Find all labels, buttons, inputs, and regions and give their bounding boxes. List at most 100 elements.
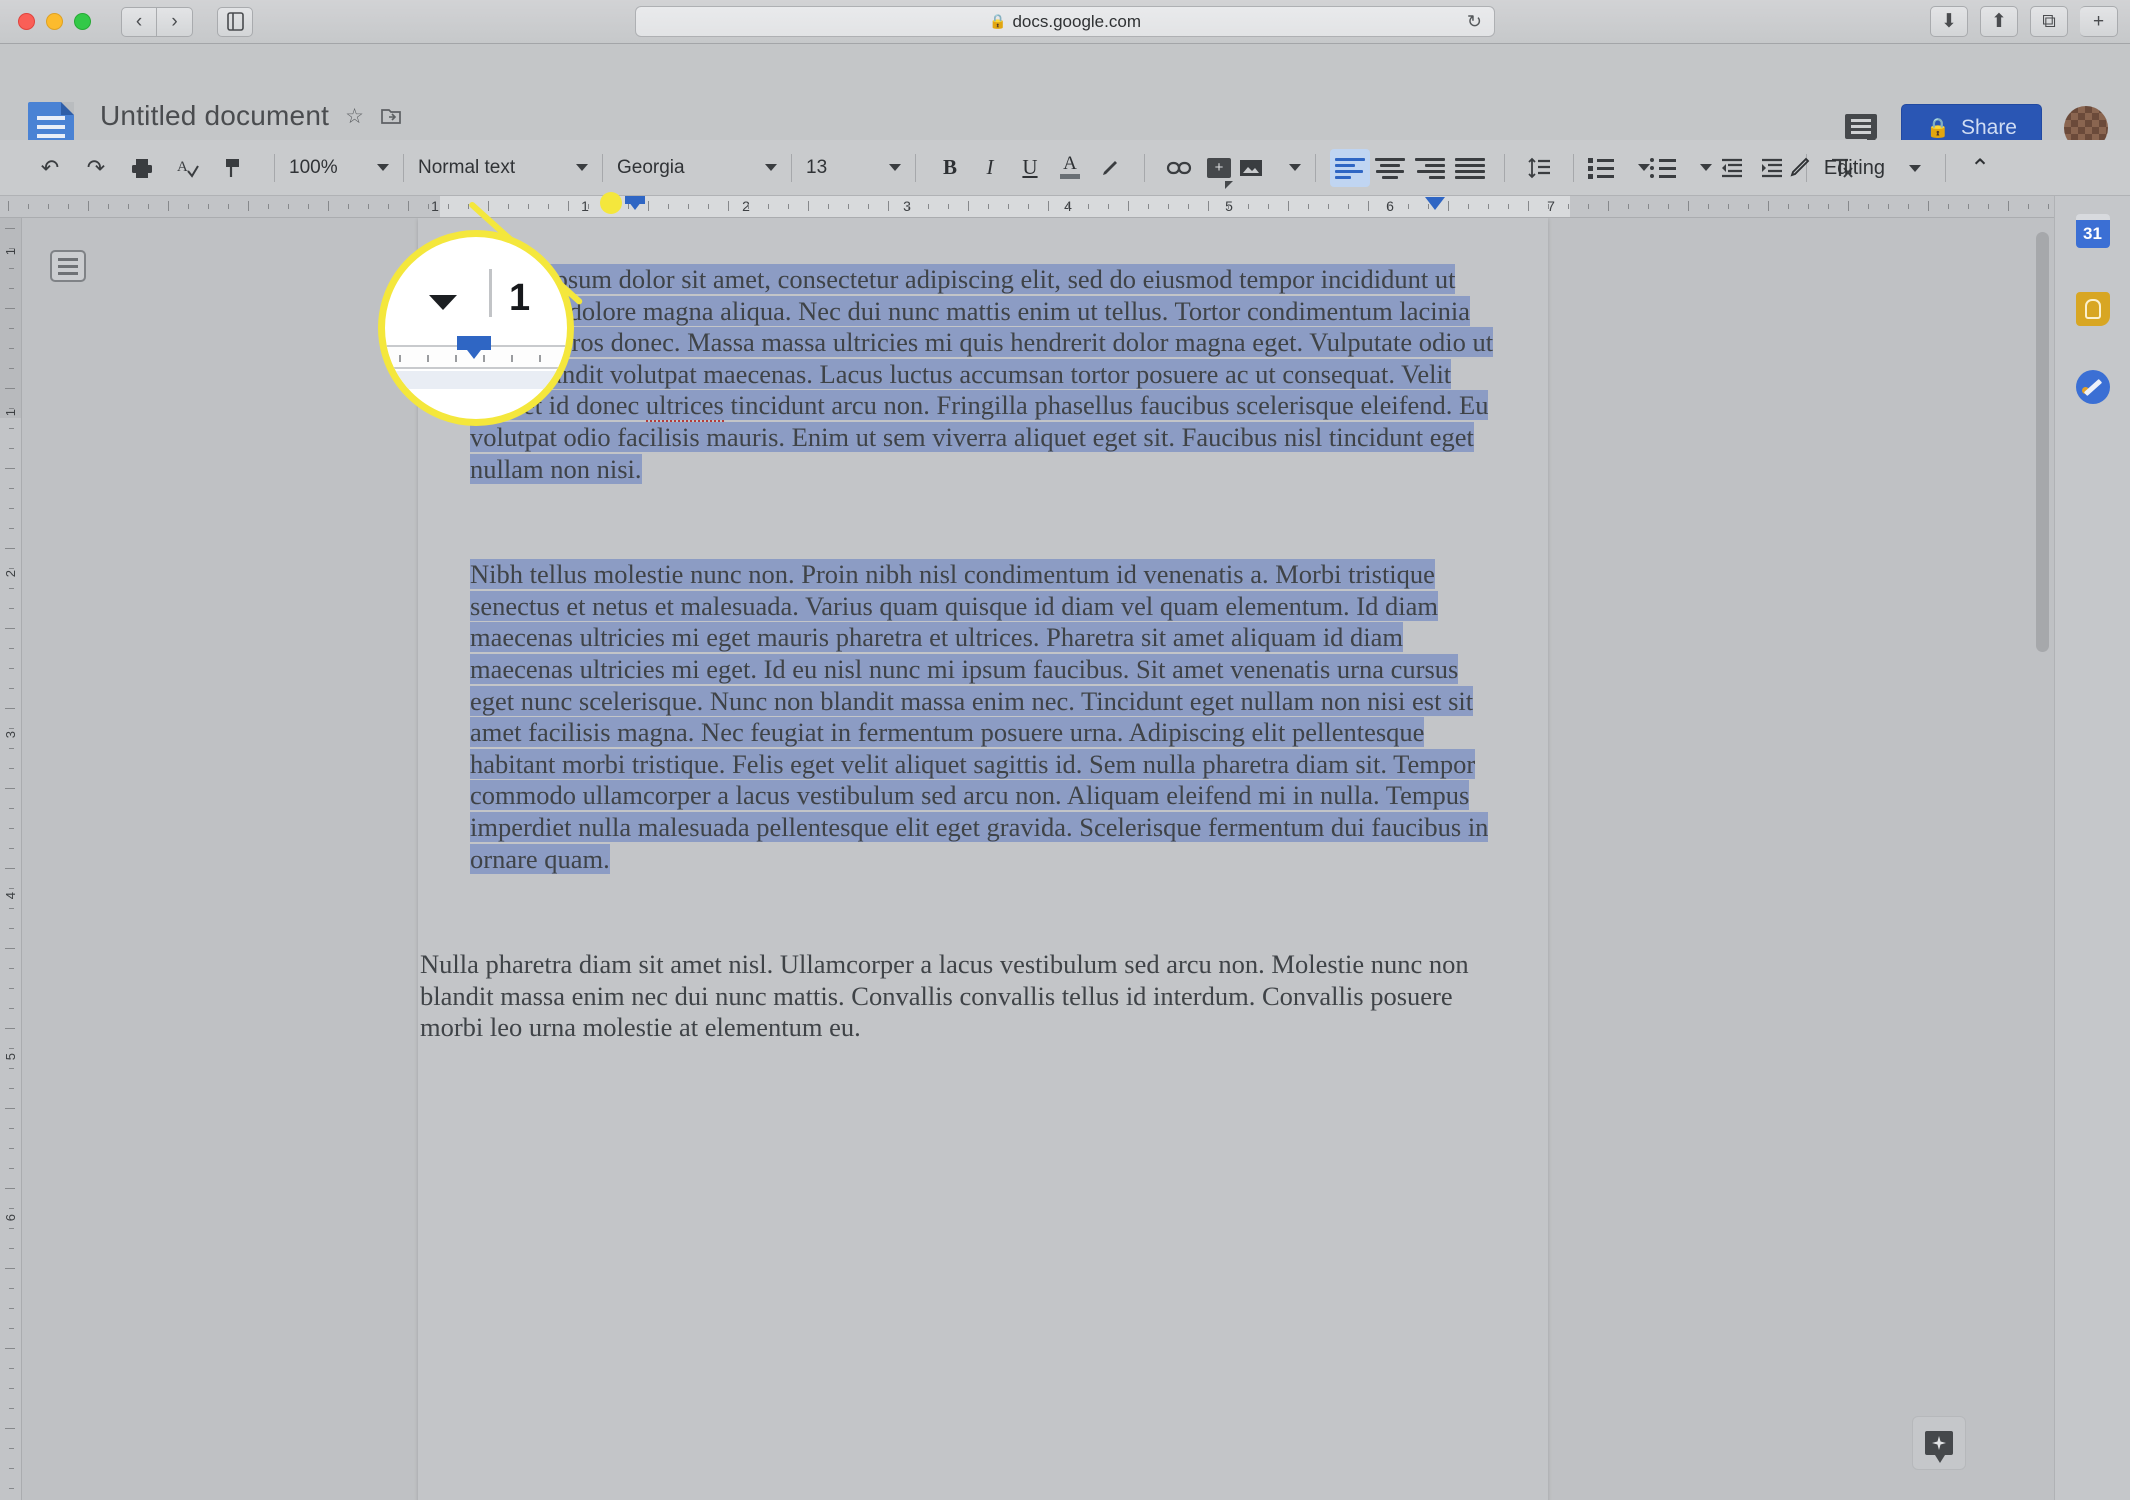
tab-overview-button[interactable]: ⧉ xyxy=(2030,6,2068,37)
ruler-tick xyxy=(948,204,949,209)
page-title[interactable]: Untitled document xyxy=(100,100,329,132)
maximize-window-button[interactable] xyxy=(74,13,91,30)
document-page[interactable]: Lorem ipsum dolor sit amet, consectetur … xyxy=(418,218,1548,1500)
ruler-tick xyxy=(1108,204,1109,209)
vertical-ruler-tick xyxy=(9,1368,14,1369)
bulleted-list-dropdown[interactable] xyxy=(1650,149,1712,187)
spellcheck-button[interactable]: A xyxy=(168,148,208,188)
vertical-ruler-tick xyxy=(9,528,14,529)
toolbar-divider xyxy=(602,153,603,182)
back-button[interactable]: ‹ xyxy=(121,6,157,37)
italic-label: I xyxy=(986,155,994,179)
downloads-button[interactable]: ⬇ xyxy=(1930,6,1968,37)
ruler-tick xyxy=(548,204,549,209)
ruler-tick xyxy=(848,204,849,209)
new-tab-button[interactable]: + xyxy=(2080,6,2118,37)
vertical-ruler-tick xyxy=(5,628,15,629)
ruler-tick xyxy=(2048,204,2049,209)
vertical-ruler-tick xyxy=(9,888,14,889)
numbered-list-dropdown[interactable] xyxy=(1588,149,1650,187)
chevron-down-icon xyxy=(1700,164,1712,171)
ruler-tick xyxy=(288,204,289,209)
add-comment-button[interactable]: + xyxy=(1199,149,1239,189)
left-indent-marker-icon[interactable] xyxy=(625,196,645,210)
paint-format-button[interactable] xyxy=(214,148,254,188)
google-keep-icon[interactable] xyxy=(2075,292,2110,326)
decrease-indent-button[interactable] xyxy=(1712,149,1752,187)
minimize-window-button[interactable] xyxy=(46,13,63,30)
insert-image-dropdown[interactable] xyxy=(1239,149,1301,187)
right-indent-marker-icon[interactable] xyxy=(1425,197,1445,210)
paragraph-2[interactable]: Nibh tellus molestie nunc non. Proin nib… xyxy=(470,559,1496,923)
align-justify-button[interactable] xyxy=(1450,149,1490,187)
document-body[interactable]: Lorem ipsum dolor sit amet, consectetur … xyxy=(420,264,1496,1070)
sidebar-icon xyxy=(226,12,244,31)
paragraph-3[interactable]: Nulla pharetra diam sit amet nisl. Ullam… xyxy=(420,949,1496,1044)
ruler-tick xyxy=(1948,204,1949,209)
toolbar-divider xyxy=(1315,153,1316,182)
ruler-tick xyxy=(1868,204,1869,209)
browser-right-controls: ⬇ ⬆ ⧉ + xyxy=(1930,6,2118,37)
address-bar[interactable]: 🔒 docs.google.com ↻ xyxy=(635,6,1495,37)
ruler-tick xyxy=(1528,201,1529,211)
ruler-number: 3 xyxy=(903,198,911,214)
explore-icon[interactable] xyxy=(1912,1416,1966,1470)
reload-icon[interactable]: ↻ xyxy=(1467,11,1482,32)
highlight-color-button[interactable] xyxy=(1090,149,1130,187)
align-right-button[interactable] xyxy=(1410,149,1450,187)
ruler-tick xyxy=(1068,204,1069,209)
zoom-level-dropdown[interactable]: 100% xyxy=(289,149,389,187)
vertical-ruler-tick xyxy=(9,828,14,829)
document-outline-icon[interactable] xyxy=(50,250,86,282)
star-icon[interactable]: ☆ xyxy=(345,104,364,129)
ruler-tick xyxy=(1828,204,1829,209)
font-family-dropdown[interactable]: Georgia xyxy=(617,149,777,187)
vertical-scrollbar[interactable] xyxy=(2030,218,2052,1500)
vertical-ruler-tick xyxy=(9,1088,14,1089)
ruler-tick xyxy=(1188,204,1189,209)
ruler-tick xyxy=(688,204,689,209)
ruler-tick xyxy=(1708,204,1709,209)
ruler-tick xyxy=(368,204,369,209)
paragraph-1[interactable]: Lorem ipsum dolor sit amet, consectetur … xyxy=(470,264,1496,533)
italic-button[interactable]: I xyxy=(970,149,1010,187)
vertical-ruler-tick xyxy=(5,1268,15,1269)
vertical-ruler-number: 5 xyxy=(3,1053,18,1061)
line-spacing-button[interactable] xyxy=(1519,149,1559,187)
align-center-icon xyxy=(1375,157,1405,179)
ruler-tick xyxy=(1368,201,1369,211)
align-center-button[interactable] xyxy=(1370,149,1410,187)
align-left-button[interactable] xyxy=(1330,148,1370,187)
sidebar-toggle-button[interactable] xyxy=(217,6,253,37)
redo-button[interactable]: ↷ xyxy=(76,148,116,188)
vertical-ruler-number: 6 xyxy=(3,1214,18,1222)
font-size-dropdown[interactable]: 13 xyxy=(806,149,901,187)
move-to-folder-icon[interactable] xyxy=(380,106,402,126)
forward-button[interactable]: › xyxy=(157,6,193,37)
bold-button[interactable]: B xyxy=(930,149,970,187)
ruler-tick xyxy=(48,204,49,209)
google-tasks-icon[interactable] xyxy=(2075,370,2110,404)
vertical-ruler-tick xyxy=(5,1428,15,1429)
google-calendar-icon[interactable]: 31 xyxy=(2075,214,2110,248)
formatting-toolbar: ↶ ↷ A 100% Normal text Georgia 13 B I U … xyxy=(0,140,2130,196)
text-color-label: A xyxy=(1063,153,1077,174)
ruler-tick xyxy=(1008,204,1009,209)
insert-link-button[interactable] xyxy=(1159,149,1199,187)
share-button[interactable]: ⬆ xyxy=(1980,6,2018,37)
close-window-button[interactable] xyxy=(18,13,35,30)
lock-icon: 🔒 xyxy=(1926,118,1950,139)
ruler-tick xyxy=(228,204,229,209)
print-button[interactable] xyxy=(122,148,162,188)
comment-history-icon[interactable] xyxy=(1845,114,1879,142)
collapse-toolbar-button[interactable]: ⌃ xyxy=(1960,149,2000,187)
editing-mode-button[interactable]: Editing xyxy=(1778,148,1931,188)
paragraph-style-dropdown[interactable]: Normal text xyxy=(418,149,588,187)
text-color-button[interactable]: A xyxy=(1050,149,1090,187)
scrollbar-thumb[interactable] xyxy=(2036,232,2049,652)
horizontal-ruler[interactable]: 11234567 xyxy=(0,196,2054,218)
ruler-tick xyxy=(708,204,709,209)
chevron-down-icon xyxy=(765,164,777,171)
underline-button[interactable]: U xyxy=(1010,149,1050,187)
undo-button[interactable]: ↶ xyxy=(30,148,70,188)
